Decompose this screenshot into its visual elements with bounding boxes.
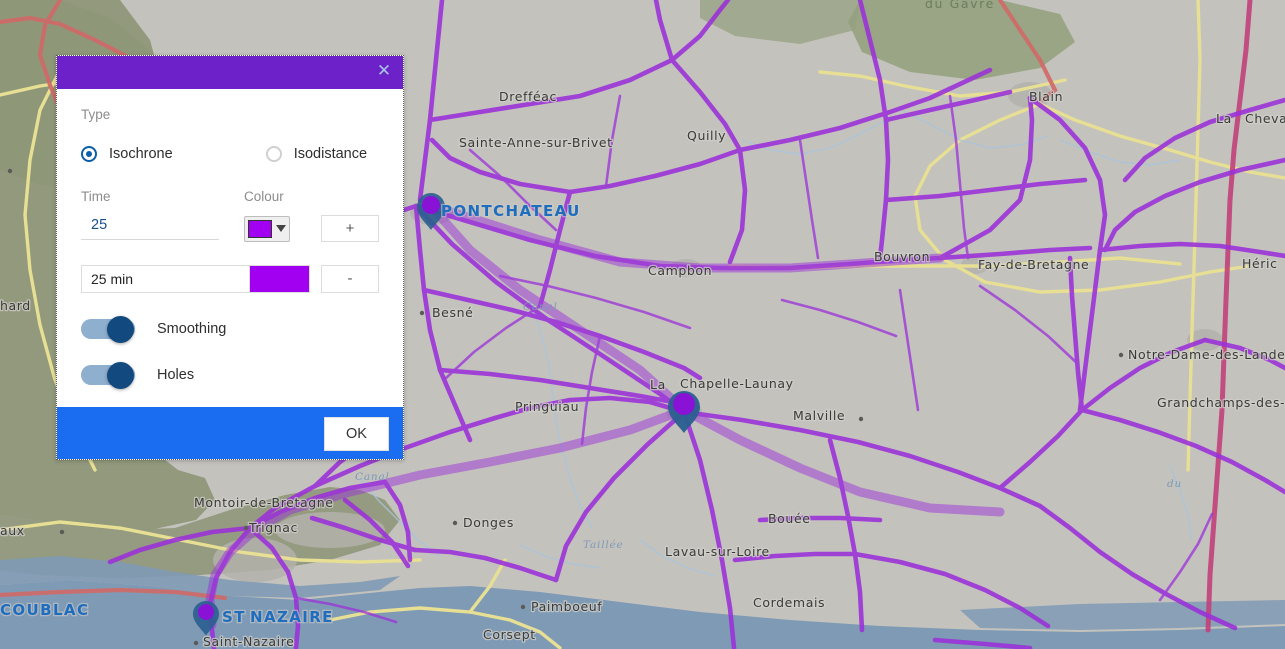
map-label: Campbon (648, 263, 712, 278)
close-icon[interactable]: ✕ (373, 60, 395, 82)
colour-swatch[interactable] (248, 219, 272, 238)
map-label: Bouée (768, 511, 811, 526)
map-label: du (1167, 478, 1182, 490)
map-label: NAZAIRE (250, 608, 334, 626)
map-label: Grandchamps-des-Font (1157, 395, 1285, 410)
map-label: Canal (355, 471, 390, 483)
time-column: Time (81, 189, 230, 242)
map-label: hard (0, 298, 31, 313)
map-label: La (650, 377, 666, 392)
radio-isodistance-label: Isodistance (293, 146, 368, 162)
map-label: Fay-de-Bretagne (978, 257, 1089, 272)
radio-option-isochrone[interactable]: Isochrone (81, 146, 173, 162)
map-label: La (1216, 111, 1232, 126)
add-interval-button[interactable]: + (321, 215, 379, 242)
smoothing-toggle[interactable] (81, 316, 141, 343)
map-label: PONTCHATEAU (441, 202, 581, 220)
map-label: Bouvron (874, 249, 930, 264)
map-label: Sainte-Anne-sur-Brivet (459, 135, 613, 150)
interval-row: 25 min - (81, 265, 379, 293)
colour-picker[interactable] (244, 215, 290, 242)
time-colour-row: Time Colour + (81, 189, 379, 242)
holes-toggle-row: Holes (81, 362, 379, 389)
map-label: Héric (1242, 256, 1278, 271)
interval-name[interactable]: 25 min (81, 265, 250, 293)
map-label: Saint-Nazaire (203, 634, 294, 649)
smoothing-label: Smoothing (157, 321, 227, 337)
map-label: Notre-Dame-des-Landes (1128, 347, 1285, 362)
interval-colour-swatch[interactable] (250, 265, 310, 293)
dialog-body: Type Isochrone Isodistance Time Colour (57, 89, 403, 407)
map-label: du Gâvre (925, 0, 995, 11)
remove-interval-button[interactable]: - (321, 265, 379, 293)
map-label: Chapelle-Launay (680, 376, 794, 391)
map-label: Trignac (248, 520, 298, 535)
colour-column: Colour + (244, 189, 379, 242)
application-root: du Gâvre Drefféac Quilly Blain La Chevall Sain… (0, 0, 1285, 649)
map-label: Malville (793, 408, 845, 423)
map-label: COUBLAC (0, 601, 89, 619)
type-radio-group: Isochrone Isodistance (81, 146, 379, 162)
holes-toggle-thumb (107, 362, 134, 389)
map-label: Chevall (1245, 111, 1285, 126)
map-label: Taillée (583, 539, 624, 551)
map-label: Besné (432, 305, 473, 320)
ok-button[interactable]: OK (324, 417, 389, 451)
map-label: Donges (463, 515, 514, 530)
map-label: aux (0, 523, 25, 538)
map-label: Pringuiau (515, 399, 579, 414)
isochrone-settings-dialog: ✕ Type Isochrone Isodistance Time 25 Col… (56, 55, 404, 460)
map-label: Paimboeuf (531, 599, 602, 614)
map-label: Lavau-sur-Loire (665, 544, 770, 559)
radio-isodistance-icon[interactable] (265, 146, 282, 162)
radio-option-isodistance[interactable]: Isodistance (265, 146, 368, 162)
time-input[interactable] (81, 215, 219, 240)
map-label: Corsept (483, 627, 536, 642)
map-label: Cordemais (753, 595, 825, 610)
chevron-down-icon[interactable] (276, 225, 286, 232)
smoothing-toggle-thumb (107, 316, 134, 343)
dialog-footer: OK (57, 407, 403, 459)
dialog-titlebar: ✕ (57, 56, 403, 89)
type-label: Type (81, 107, 111, 122)
map-label: Blain (1029, 89, 1063, 104)
map-label: ST (222, 608, 246, 626)
radio-isochrone-label: Isochrone (109, 146, 173, 162)
map-label: Montoir-de-Bretagne (194, 495, 334, 510)
colour-controls: + (244, 215, 379, 242)
colour-label: Colour (244, 189, 284, 204)
time-label: Time (81, 189, 111, 204)
holes-toggle[interactable] (81, 362, 141, 389)
smoothing-toggle-row: Smoothing (81, 316, 379, 343)
holes-label: Holes (157, 367, 195, 383)
map-label: Loire (299, 632, 332, 644)
map-label: Drefféac (499, 89, 557, 104)
map-label: Quilly (687, 128, 726, 143)
radio-isochrone-icon[interactable] (81, 146, 97, 162)
map-label: Canal (523, 301, 558, 313)
